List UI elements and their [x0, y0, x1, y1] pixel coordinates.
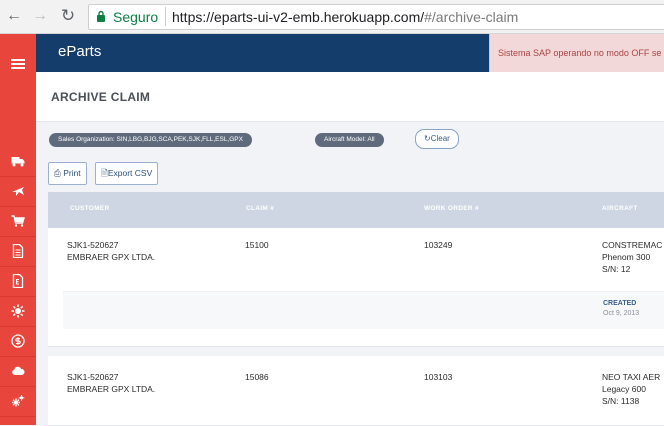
print-label: Print	[63, 168, 81, 178]
customer-cell: SJK1-520627 EMBRAER GPX LTDA.	[67, 239, 155, 263]
cloud-icon[interactable]	[0, 356, 36, 387]
printer-icon: ⎙	[54, 168, 61, 178]
aircraft-serial: S/N: 12	[602, 264, 631, 274]
app-header: eParts Sistema SAP operando no modo OFF …	[36, 34, 664, 72]
column-header-work-order[interactable]: WORK ORDER #	[424, 205, 479, 212]
aircraft-model-filter[interactable]: Aircraft Model: All	[315, 133, 384, 147]
aircraft-model: Phenom 300	[602, 252, 651, 262]
export-csv-button[interactable]: 🗎Export CSV	[95, 162, 159, 185]
customer-cell: SJK1-520627 EMBRAER GPX LTDA.	[67, 371, 155, 395]
column-header-customer[interactable]: CUSTOMER	[70, 205, 109, 212]
refresh-icon: ↻	[424, 134, 431, 143]
menu-icon[interactable]	[0, 34, 36, 94]
lock-icon	[97, 10, 105, 22]
browser-toolbar: ← → ↻ Seguro https://eparts-ui-v2-emb.he…	[0, 0, 664, 34]
aircraft-owner: CONSTREMAC	[602, 240, 663, 250]
created-date: Oct 9, 2013	[603, 310, 640, 317]
sidebar	[0, 34, 36, 425]
sap-status-alert: Sistema SAP operando no modo OFF se	[489, 34, 664, 72]
aircraft-cell: CONSTREMAC Phenom 300 S/N: 12	[602, 239, 662, 275]
file-icon: 🗎	[101, 168, 108, 178]
created-label: CREATED	[603, 300, 637, 307]
brand-logo[interactable]: eParts	[58, 43, 101, 60]
customer-code: SJK1-520627	[67, 240, 119, 250]
sales-organization-filter[interactable]: Sales Organization: SIN,LBG,BJG,SCA,PEK,…	[49, 133, 252, 147]
aircraft-cell: NEO TAXI AER Legacy 600 S/N: 1138	[602, 371, 660, 407]
export-label: Export CSV	[107, 168, 153, 178]
truck-icon[interactable]	[0, 146, 36, 177]
work-order-number: 103103	[424, 372, 453, 382]
back-arrow-icon[interactable]: ←	[4, 6, 24, 26]
refresh-gear-icon[interactable]	[0, 296, 36, 327]
aircraft-serial: S/N: 1138	[602, 396, 640, 406]
customer-name: EMBRAER GPX LTDA.	[67, 252, 156, 262]
page-title: ARCHIVE CLAIM	[51, 90, 151, 104]
column-header-aircraft[interactable]: AIRCRAFT	[602, 205, 638, 212]
page-header: ARCHIVE CLAIM	[36, 72, 664, 122]
document-icon[interactable]	[0, 236, 36, 267]
receipt-icon[interactable]	[0, 266, 36, 297]
work-order-number: 103249	[424, 240, 453, 250]
secure-label: Seguro	[113, 9, 159, 25]
aircraft-owner: NEO TAXI AER	[602, 372, 661, 382]
table-header: CUSTOMER CLAIM # WORK ORDER # AIRCRAFT	[48, 192, 664, 228]
reload-icon[interactable]: ↻	[58, 6, 78, 26]
print-button[interactable]: ⎙ Print	[48, 162, 87, 185]
dollar-icon[interactable]	[0, 326, 36, 357]
customer-name: EMBRAER GPX LTDA.	[67, 384, 156, 394]
claim-number[interactable]: 15100	[245, 239, 269, 251]
cart-icon[interactable]	[0, 206, 36, 237]
clear-label: Clear	[430, 134, 450, 143]
claim-card[interactable]: SJK1-520627 EMBRAER GPX LTDA. 15086 1031…	[48, 356, 664, 426]
url-separator	[165, 7, 166, 26]
claim-details-row: CREATED Oct 9, 2013	[63, 291, 664, 329]
forward-arrow-icon[interactable]: →	[30, 6, 50, 26]
gears-icon[interactable]	[0, 386, 36, 417]
customer-code: SJK1-520627	[67, 372, 119, 382]
column-header-claim[interactable]: CLAIM #	[246, 205, 274, 212]
clear-filters-button[interactable]: ↻Clear	[415, 129, 459, 149]
claim-card[interactable]: SJK1-520627 EMBRAER GPX LTDA. 15100 1032…	[48, 228, 664, 347]
url-base: https://eparts-ui-v2-emb.herokuapp.com/	[172, 9, 425, 25]
url-hash: #/archive-claim	[424, 9, 519, 25]
address-bar[interactable]: Seguro https://eparts-ui-v2-emb.herokuap…	[88, 4, 664, 30]
aircraft-model: Legacy 600	[602, 384, 646, 394]
plane-icon[interactable]	[0, 176, 36, 207]
claim-number[interactable]: 15086	[245, 371, 269, 383]
url-text[interactable]: https://eparts-ui-v2-emb.herokuapp.com/#…	[172, 9, 518, 25]
